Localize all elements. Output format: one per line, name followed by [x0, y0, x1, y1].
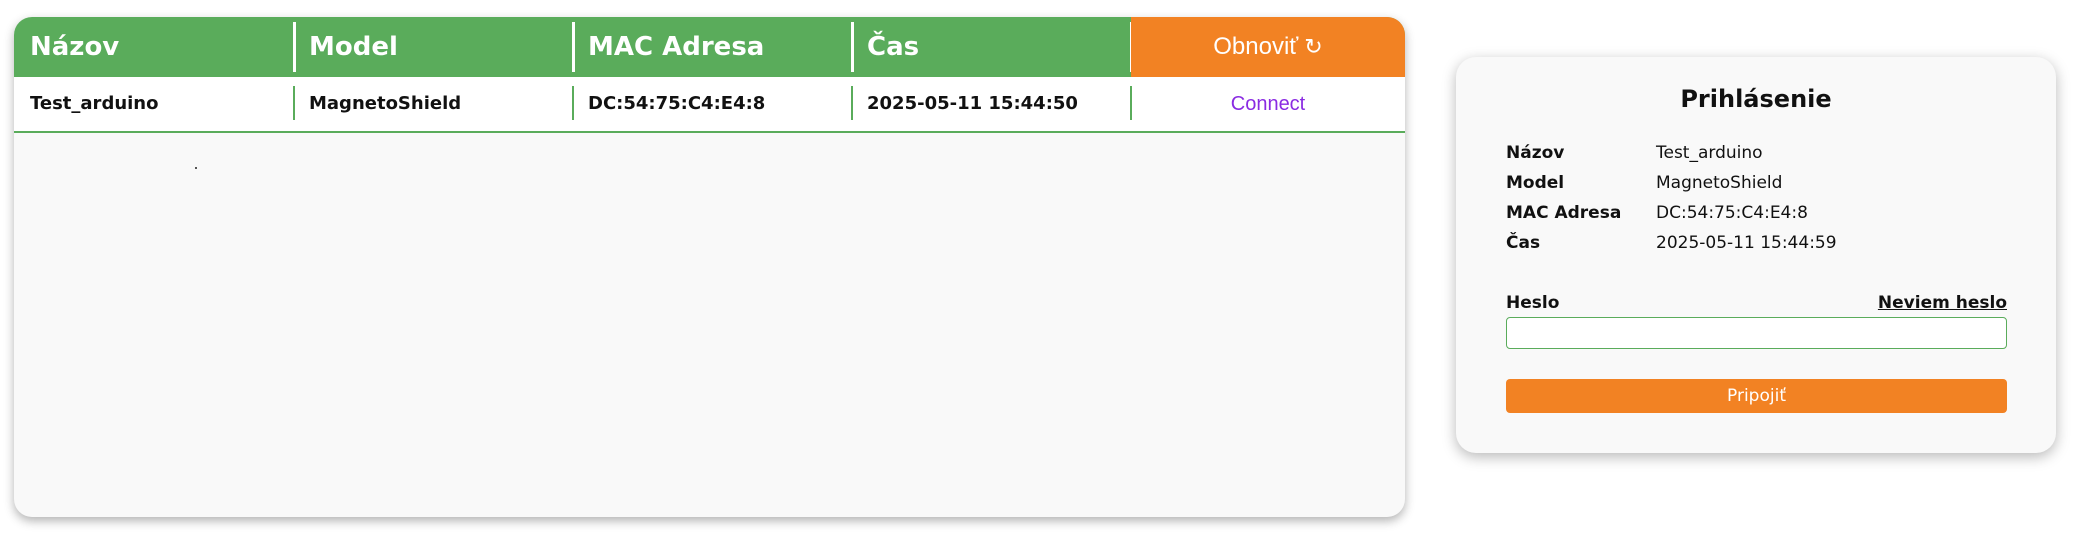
password-label: Heslo — [1506, 293, 1560, 313]
device-table: Názov Model MAC Adresa Čas Obnoviť ↻ Test… — [14, 17, 1405, 517]
info-label-time: Čas — [1506, 233, 1541, 253]
info-value-time: 2025-05-11 15:44:59 — [1656, 233, 1837, 253]
device-mac: DC:54:75:C4:E4:8 — [588, 93, 766, 114]
refresh-icon: ↻ — [1304, 35, 1323, 60]
refresh-label: Obnoviť — [1213, 33, 1299, 60]
table-row: Test_arduino MagnetoShield DC:54:75:C4:E… — [14, 77, 1405, 133]
info-label-mac: MAC Adresa — [1506, 203, 1622, 223]
refresh-button[interactable]: Obnoviť ↻ — [1131, 17, 1405, 77]
stray-dot — [195, 167, 197, 169]
login-panel: Prihlásenie Názov Test_arduino Model Mag… — [1456, 57, 2056, 453]
column-header-mac: MAC Adresa — [588, 32, 765, 62]
info-value-mac: DC:54:75:C4:E4:8 — [1656, 203, 1808, 223]
forgot-password-link[interactable]: Neviem heslo — [1878, 293, 2007, 313]
column-header-time: Čas — [867, 32, 920, 62]
column-header-model: Model — [309, 32, 398, 62]
connect-button[interactable]: Pripojiť — [1506, 379, 2007, 413]
page: Názov Model MAC Adresa Čas Obnoviť ↻ Test… — [0, 0, 2074, 542]
table-header: Názov Model MAC Adresa Čas Obnoviť ↻ — [14, 17, 1405, 77]
info-value-name: Test_arduino — [1656, 143, 1763, 163]
info-label-name: Názov — [1506, 143, 1565, 163]
device-name: Test_arduino — [30, 93, 159, 114]
login-title: Prihlásenie — [1680, 85, 1832, 113]
info-label-model: Model — [1506, 173, 1565, 193]
device-time: 2025-05-11 15:44:50 — [867, 93, 1078, 114]
device-model: MagnetoShield — [309, 93, 462, 114]
info-value-model: MagnetoShield — [1656, 173, 1783, 193]
connect-link[interactable]: Connect — [1131, 77, 1405, 131]
column-header-name: Názov — [30, 32, 120, 62]
password-input[interactable] — [1506, 317, 2007, 349]
